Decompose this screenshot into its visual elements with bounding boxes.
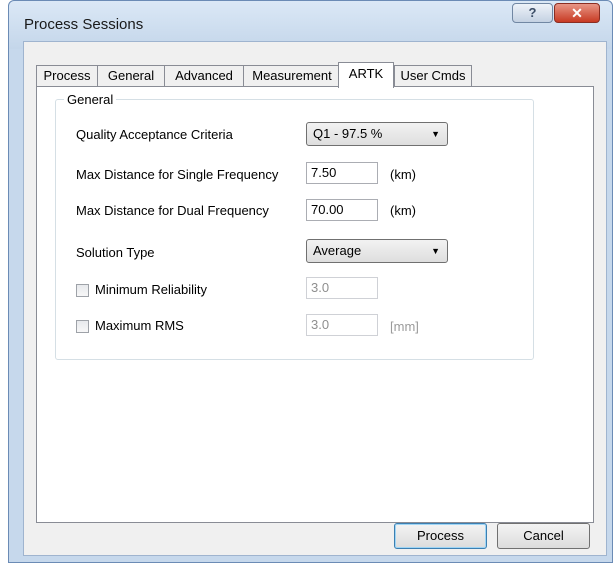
quality-criteria-select[interactable]: Q1 - 97.5 % ▼	[306, 122, 448, 146]
window-title: Process Sessions	[24, 16, 144, 33]
quality-criteria-label: Quality Acceptance Criteria	[76, 127, 233, 142]
maximum-rms-checkbox[interactable]	[76, 320, 89, 333]
single-frequency-label: Max Distance for Single Frequency	[76, 167, 279, 182]
tab-measurement[interactable]: Measurement	[243, 65, 341, 87]
maximum-rms-unit: [mm]	[390, 319, 419, 334]
group-title: General	[64, 92, 117, 107]
close-button[interactable]: ✕	[554, 3, 600, 23]
chevron-down-icon: ▼	[431, 129, 440, 139]
minimum-reliability-input[interactable]: 3.0	[306, 277, 378, 299]
single-frequency-input[interactable]: 7.50	[306, 162, 378, 184]
solution-type-value: Average	[313, 243, 362, 258]
tab-user-cmds[interactable]: User Cmds	[394, 65, 472, 87]
cancel-button[interactable]: Cancel	[497, 523, 590, 549]
maximum-rms-label: Maximum RMS	[95, 318, 184, 333]
tab-advanced[interactable]: Advanced	[164, 65, 244, 87]
chevron-down-icon: ▼	[431, 246, 440, 256]
help-button[interactable]: ?	[512, 3, 553, 23]
quality-criteria-value: Q1 - 97.5 %	[313, 126, 383, 141]
dual-frequency-label: Max Distance for Dual Frequency	[76, 203, 269, 218]
single-frequency-unit: (km)	[390, 167, 416, 182]
help-icon: ?	[528, 5, 537, 20]
dual-frequency-unit: (km)	[390, 203, 416, 218]
dialog-client-area: Process General Advanced Measurement ART…	[23, 41, 607, 556]
dual-frequency-input[interactable]: 70.00	[306, 199, 378, 221]
maximum-rms-input[interactable]: 3.0	[306, 314, 378, 336]
process-button[interactable]: Process	[394, 523, 487, 549]
solution-type-select[interactable]: Average ▼	[306, 239, 448, 263]
close-icon: ✕	[571, 5, 583, 21]
dialog-window: Process Sessions ? ✕ Process General Adv…	[8, 0, 613, 563]
minimum-reliability-label: Minimum Reliability	[95, 282, 207, 297]
artk-tab-panel: General Quality Acceptance Criteria Q1 -…	[36, 86, 594, 523]
solution-type-label: Solution Type	[76, 245, 155, 260]
tab-general[interactable]: General	[97, 65, 165, 87]
minimum-reliability-checkbox[interactable]	[76, 284, 89, 297]
tab-process[interactable]: Process	[36, 65, 98, 87]
tab-artk[interactable]: ARTK	[338, 62, 394, 88]
